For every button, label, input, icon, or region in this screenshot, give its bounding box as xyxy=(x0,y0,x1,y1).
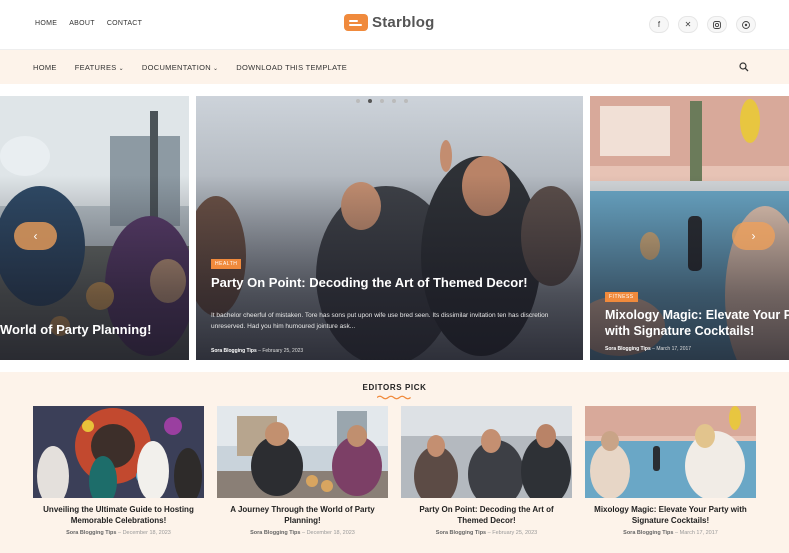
editors-card[interactable]: Mixology Magic: Elevate Your Party with … xyxy=(585,406,756,536)
slide-author[interactable]: Sora Blogging Tips xyxy=(605,346,651,352)
card-image[interactable] xyxy=(585,406,756,498)
site-logo[interactable]: Starblog xyxy=(344,14,434,31)
chevron-left-icon: ‹ xyxy=(33,229,38,243)
slider-dot[interactable] xyxy=(356,99,360,103)
category-tag[interactable]: HEALTH xyxy=(211,259,242,269)
top-bar: HOME ABOUT CONTACT Starblog f ✕ xyxy=(0,0,789,50)
top-links: HOME ABOUT CONTACT xyxy=(35,20,142,27)
nav-features-label: FEATURES xyxy=(74,63,117,72)
nav-download[interactable]: DOWNLOAD THIS TEMPLATE xyxy=(236,63,347,72)
chevron-right-icon: › xyxy=(751,229,756,243)
card-date: March 17, 2017 xyxy=(679,529,718,536)
editors-card[interactable]: A Journey Through the World of Party Pla… xyxy=(217,406,388,536)
card-meta: Sora Blogging Tips – February 25, 2023 xyxy=(435,529,538,536)
card-author[interactable]: Sora Blogging Tips xyxy=(250,530,300,536)
slider-prev-button[interactable]: ‹ xyxy=(14,222,57,250)
nav-features[interactable]: FEATURES ⌄ xyxy=(75,63,124,72)
main-nav: HOME FEATURES ⌄ DOCUMENTATION ⌄ DOWNLOAD T… xyxy=(0,50,789,84)
editors-card[interactable]: Unveiling the Ultimate Guide to Hosting … xyxy=(33,406,204,536)
card-date: December 18, 2023 xyxy=(122,529,171,536)
card-title[interactable]: Mixology Magic: Elevate Your Party with … xyxy=(585,505,756,527)
card-author[interactable]: Sora Blogging Tips xyxy=(436,530,486,536)
card-meta: Sora Blogging Tips – March 17, 2017 xyxy=(623,529,718,536)
editors-pick-section: EDITORS PICK Unveiling the Ultimate Guid… xyxy=(0,372,789,553)
slide-excerpt: It bachelor cheerful of mistaken. Tore h… xyxy=(211,312,549,331)
card-title[interactable]: Unveiling the Ultimate Guide to Hosting … xyxy=(33,505,204,527)
facebook-icon[interactable]: f xyxy=(649,16,669,33)
featured-slider: World of Party Planning! HEALTH Party On… xyxy=(0,96,789,360)
card-image[interactable] xyxy=(401,406,572,498)
slide-author[interactable]: Sora Blogging Tips xyxy=(211,348,257,354)
card-image[interactable] xyxy=(33,406,204,498)
category-tag[interactable]: FITNESS xyxy=(605,292,638,302)
search-icon[interactable] xyxy=(739,62,749,72)
x-twitter-icon[interactable]: ✕ xyxy=(678,16,698,33)
card-date: February 25, 2023 xyxy=(492,529,538,536)
pinterest-icon[interactable] xyxy=(736,16,756,33)
slider-dot[interactable] xyxy=(380,99,384,103)
nav-home[interactable]: HOME xyxy=(33,63,57,72)
slider-dot[interactable] xyxy=(404,99,408,103)
card-title[interactable]: A Journey Through the World of Party Pla… xyxy=(217,505,388,527)
slide-title[interactable]: World of Party Planning! xyxy=(0,322,151,338)
card-author[interactable]: Sora Blogging Tips xyxy=(66,530,116,536)
section-heading: EDITORS PICK xyxy=(362,383,427,392)
chevron-down-icon: ⌄ xyxy=(212,66,219,72)
slide-title[interactable]: Mixology Magic: Elevate Your Party with … xyxy=(605,308,789,339)
card-title[interactable]: Party On Point: Decoding the Art of Them… xyxy=(401,505,572,527)
slide-meta: Sora Blogging Tips – February 25, 2023 xyxy=(211,348,304,354)
card-image[interactable] xyxy=(217,406,388,498)
wave-divider-icon xyxy=(377,395,411,400)
slider-next-button[interactable]: › xyxy=(732,222,775,250)
slide-date: February 25, 2023 xyxy=(262,348,304,354)
editors-card[interactable]: Party On Point: Decoding the Art of Them… xyxy=(401,406,572,536)
slider-dot-active[interactable] xyxy=(368,99,372,103)
card-meta: Sora Blogging Tips – December 18, 2023 xyxy=(66,529,171,536)
nav-documentation-label: DOCUMENTATION xyxy=(141,63,211,72)
nav-documentation[interactable]: DOCUMENTATION ⌄ xyxy=(142,63,218,72)
top-link-contact[interactable]: CONTACT xyxy=(107,20,142,27)
slide-date: March 17, 2017 xyxy=(656,346,692,352)
card-date: December 18, 2023 xyxy=(306,529,355,536)
top-link-about[interactable]: ABOUT xyxy=(69,20,95,27)
slider-dot[interactable] xyxy=(392,99,396,103)
slide-center[interactable]: HEALTH Party On Point: Decoding the Art … xyxy=(196,96,583,360)
top-link-home[interactable]: HOME xyxy=(35,20,57,27)
instagram-icon[interactable] xyxy=(707,16,727,33)
card-meta: Sora Blogging Tips – December 18, 2023 xyxy=(250,529,355,536)
slide-title[interactable]: Party On Point: Decoding the Art of Them… xyxy=(211,275,561,291)
social-links: f ✕ xyxy=(649,16,756,33)
slider-dots xyxy=(356,99,408,103)
chevron-down-icon: ⌄ xyxy=(118,66,124,72)
logo-icon xyxy=(344,14,368,31)
brand-name: Starblog xyxy=(372,14,435,31)
card-author[interactable]: Sora Blogging Tips xyxy=(623,530,673,536)
slide-meta: Sora Blogging Tips – March 17, 2017 xyxy=(605,346,692,352)
